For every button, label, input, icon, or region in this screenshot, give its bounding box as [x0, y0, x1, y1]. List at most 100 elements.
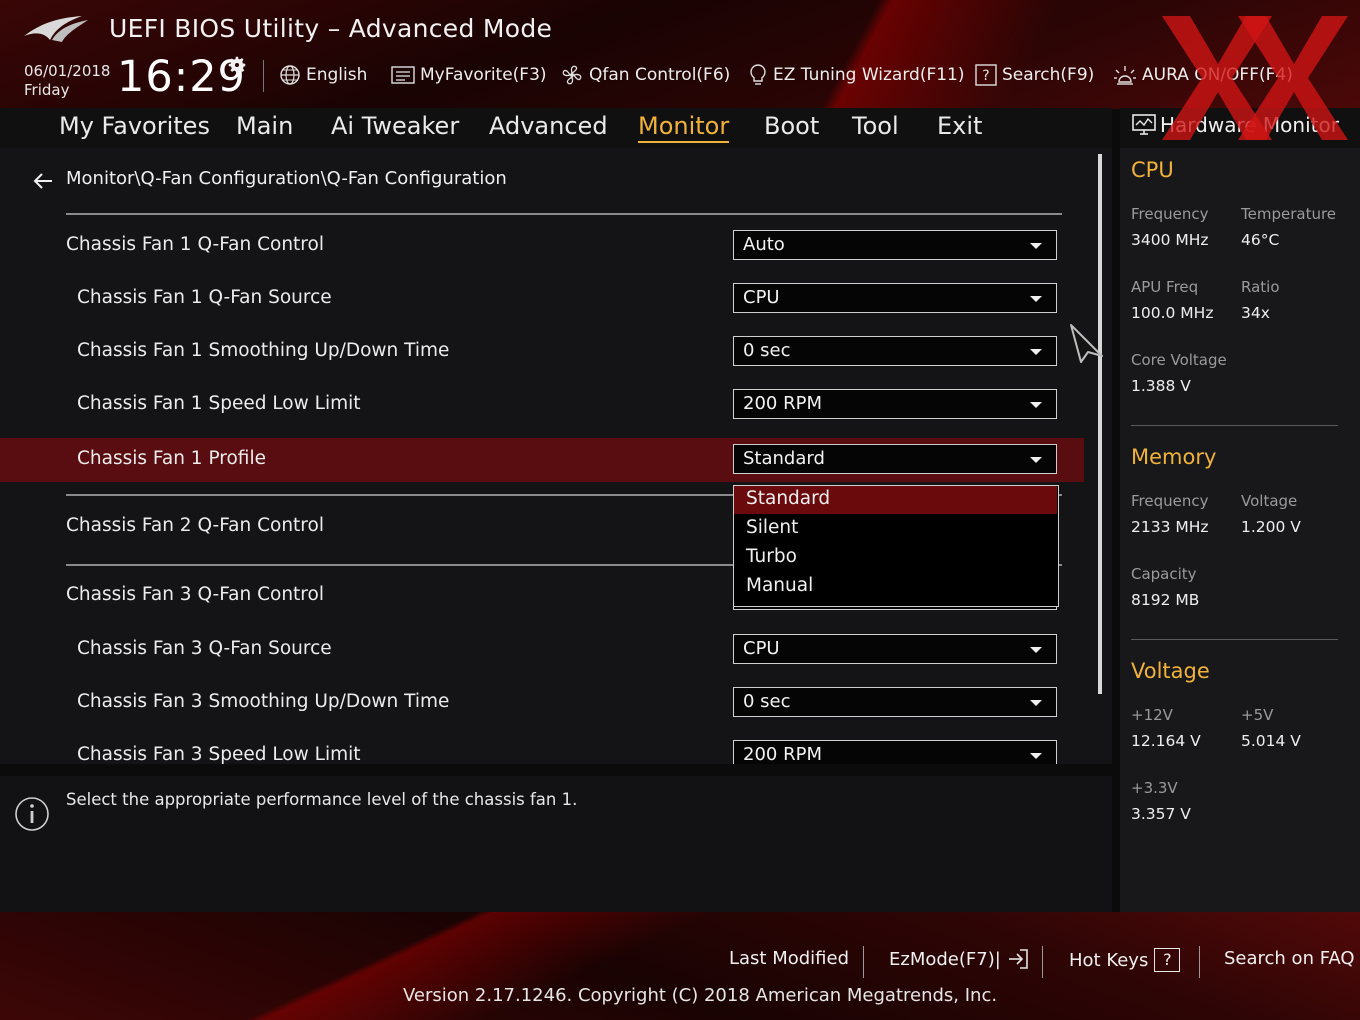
setting-label: Chassis Fan 1 Profile [77, 448, 266, 469]
help-text: Select the appropriate performance level… [66, 790, 578, 809]
help-box-icon: ? [975, 64, 997, 86]
cpu-frequency-value: 3400 MHz [1131, 231, 1209, 249]
setting-label: Chassis Fan 3 Speed Low Limit [77, 744, 361, 764]
speed-low-limit-dropdown-fan3[interactable]: 200 RPM [733, 740, 1057, 764]
favorites-icon [391, 66, 415, 84]
voltage-heading: Voltage [1131, 659, 1210, 683]
v12-label: +12V [1131, 706, 1173, 724]
search-label: Search(F9) [1002, 65, 1095, 85]
aura-icon [1114, 66, 1136, 85]
search-button[interactable]: ? Search(F9) [975, 62, 1094, 88]
setting-row[interactable]: Chassis Fan 1 Q-Fan Source CPU [0, 277, 1084, 321]
settings-panel: Monitor\Q-Fan Configuration\Q-Fan Config… [0, 148, 1112, 764]
setting-label: Chassis Fan 3 Q-Fan Control [66, 584, 324, 605]
svg-text:?: ? [982, 68, 989, 84]
v5-value: 5.014 V [1241, 732, 1301, 750]
tab-tool[interactable]: Tool [852, 112, 899, 140]
app-title: UEFI BIOS Utility – Advanced Mode [109, 14, 553, 43]
fan-profile-dropdown[interactable]: Standard [733, 444, 1057, 474]
setting-row[interactable]: Chassis Fan 1 Smoothing Up/Down Time 0 s… [0, 330, 1084, 374]
option-manual[interactable]: Manual [734, 573, 1057, 601]
setting-row[interactable]: Chassis Fan 3 Smoothing Up/Down Time 0 s… [0, 681, 1084, 725]
ez-tuning-wizard-button[interactable]: EZ Tuning Wizard(F11) [748, 62, 965, 88]
chevron-down-icon [1030, 753, 1042, 759]
ezmode-label: EzMode(F7)| [889, 948, 1001, 970]
chevron-down-icon [1030, 243, 1042, 249]
setting-label: Chassis Fan 3 Q-Fan Source [77, 638, 332, 659]
option-silent[interactable]: Silent [734, 515, 1057, 543]
search-faq-button[interactable]: Search on FAQ [1224, 948, 1355, 969]
monitor-icon [1132, 114, 1156, 135]
option-turbo[interactable]: Turbo [734, 544, 1057, 572]
footer-divider [1042, 946, 1043, 978]
setting-row[interactable]: Chassis Fan 3 Q-Fan Source CPU [0, 628, 1084, 672]
chevron-down-icon [1030, 349, 1042, 355]
version-text: Version 2.17.1246. Copyright (C) 2018 Am… [403, 985, 998, 1006]
hw-divider [1131, 425, 1338, 426]
memory-heading: Memory [1131, 445, 1217, 469]
globe-icon [280, 65, 300, 85]
speed-low-limit-dropdown[interactable]: 200 RPM [733, 389, 1057, 419]
hardware-monitor-header: Hardware Monitor [1120, 108, 1360, 148]
fan-icon [562, 65, 582, 85]
memory-frequency-label: Frequency [1131, 492, 1209, 510]
myfavorite-label: MyFavorite(F3) [420, 65, 547, 85]
setting-row[interactable]: Chassis Fan 3 Speed Low Limit 200 RPM [0, 734, 1084, 764]
qfan-source-dropdown-fan3[interactable]: CPU [733, 634, 1057, 664]
aura-toggle-button[interactable]: AURA ON/OFF(F4) [1113, 62, 1293, 88]
tab-exit[interactable]: Exit [937, 112, 982, 140]
cpu-heading: CPU [1131, 158, 1174, 182]
scrollbar[interactable] [1098, 154, 1102, 694]
option-standard[interactable]: Standard [734, 486, 1057, 514]
back-arrow-icon[interactable] [32, 170, 54, 192]
language-label: English [306, 65, 368, 85]
smoothing-time-dropdown[interactable]: 0 sec [733, 336, 1057, 366]
chevron-down-icon [1030, 296, 1042, 302]
ezmode-button[interactable]: EzMode(F7)| [889, 948, 1029, 970]
hardware-monitor-panel: CPU Frequency Temperature 3400 MHz 46°C … [1120, 148, 1360, 912]
setting-row[interactable]: Chassis Fan 1 Q-Fan Control Auto [0, 224, 1084, 268]
hw-divider [1131, 639, 1338, 640]
memory-frequency-value: 2133 MHz [1131, 518, 1209, 536]
v33-label: +3.3V [1131, 779, 1178, 797]
tab-monitor[interactable]: Monitor [638, 112, 730, 143]
footer-divider [863, 946, 864, 978]
chevron-down-icon [1030, 647, 1042, 653]
ratio-label: Ratio [1241, 278, 1280, 296]
search-faq-label: Search on FAQ [1224, 948, 1355, 969]
dropdown-value: CPU [743, 287, 780, 308]
dropdown-value: 200 RPM [743, 393, 822, 414]
breadcrumb: Monitor\Q-Fan Configuration\Q-Fan Config… [66, 168, 507, 189]
date-text: 06/01/2018 [24, 62, 111, 80]
qfan-control-dropdown[interactable]: Auto [733, 230, 1057, 260]
setting-row-selected[interactable]: Chassis Fan 1 Profile Standard [0, 438, 1084, 482]
tab-boot[interactable]: Boot [764, 112, 819, 140]
option-label: Manual [746, 575, 814, 596]
last-modified-button[interactable]: Last Modified [729, 948, 849, 969]
setting-label: Chassis Fan 1 Smoothing Up/Down Time [77, 340, 450, 361]
memory-capacity-label: Capacity [1131, 565, 1197, 583]
qfan-source-dropdown[interactable]: CPU [733, 283, 1057, 313]
myfavorite-button[interactable]: MyFavorite(F3) [391, 62, 547, 88]
cpu-temperature-value: 46°C [1241, 231, 1280, 249]
exit-arrow-icon [1008, 949, 1028, 969]
qfan-control-button[interactable]: Qfan Control(F6) [560, 62, 730, 88]
dropdown-value: 0 sec [743, 340, 791, 361]
tab-ai-tweaker[interactable]: Ai Tweaker [331, 112, 459, 140]
language-selector[interactable]: English [279, 62, 367, 88]
tab-my-favorites[interactable]: My Favorites [59, 112, 210, 140]
mouse-cursor-icon [1070, 324, 1103, 363]
ratio-value: 34x [1241, 304, 1270, 322]
hot-keys-button[interactable]: Hot Keys ? [1069, 948, 1181, 972]
memory-voltage-label: Voltage [1241, 492, 1298, 510]
tab-main[interactable]: Main [236, 112, 293, 140]
apu-freq-value: 100.0 MHz [1131, 304, 1214, 322]
profile-options-list: Standard Silent Turbo Manual [733, 485, 1059, 607]
gear-icon[interactable] [226, 54, 248, 76]
option-label: Turbo [746, 546, 797, 567]
setting-row[interactable]: Chassis Fan 1 Speed Low Limit 200 RPM [0, 383, 1084, 427]
rog-logo-icon [24, 16, 88, 42]
smoothing-time-dropdown-fan3[interactable]: 0 sec [733, 687, 1057, 717]
setting-label: Chassis Fan 1 Speed Low Limit [77, 393, 361, 414]
tab-advanced[interactable]: Advanced [489, 112, 608, 140]
